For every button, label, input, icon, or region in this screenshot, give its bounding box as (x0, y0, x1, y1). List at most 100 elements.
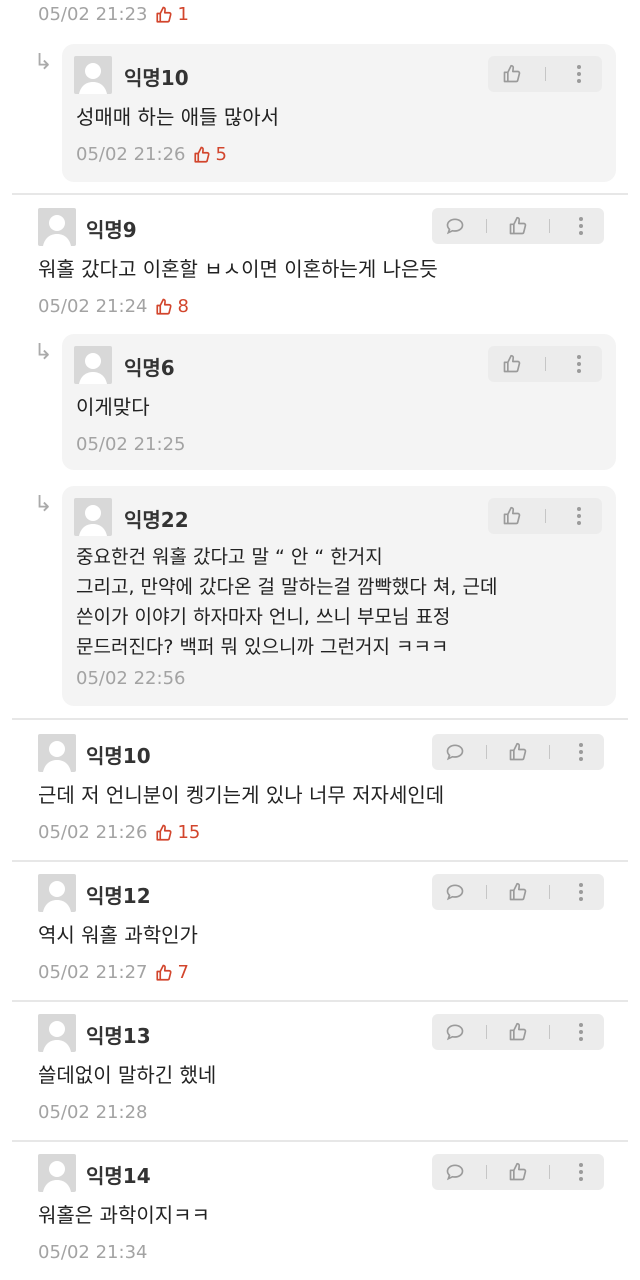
separator (485, 219, 487, 233)
comment-meta: 05/02 21:28 (38, 1102, 147, 1123)
vertical-dots-icon[interactable] (567, 878, 595, 906)
comment-actions (432, 734, 604, 770)
comment-text: 역시 워홀 과학인가 (38, 923, 198, 947)
divider (12, 1140, 628, 1142)
comment-time: 05/02 21:25 (76, 434, 186, 455)
divider (12, 860, 628, 862)
thumbs-up-icon[interactable] (504, 1018, 532, 1046)
avatar (74, 346, 112, 384)
reply-comment: 익명22 중요한건 워홀 갔다고 말 “ 안 “ 한거지 그리고, 만약에 갔다… (62, 486, 616, 706)
vertical-dots-icon[interactable] (567, 738, 595, 766)
author-name: 익명13 (86, 1024, 151, 1048)
comment-actions (432, 874, 604, 910)
separator (549, 745, 551, 759)
separator (549, 1165, 551, 1179)
comment-time: 05/02 21:26 (38, 822, 148, 843)
separator (544, 357, 546, 371)
speech-bubble-icon[interactable] (441, 738, 469, 766)
comment-meta: 05/02 21:26 15 (38, 822, 200, 843)
thumbs-up-icon[interactable] (504, 1158, 532, 1186)
comment-text: 이게맞다 (76, 395, 150, 419)
reply-arrow-icon: ↳ (34, 340, 53, 365)
thumbs-up-icon (193, 146, 211, 164)
separator (485, 745, 487, 759)
avatar (74, 56, 112, 94)
reply-arrow-icon: ↳ (34, 50, 53, 75)
like-count[interactable]: 1 (155, 4, 189, 25)
divider (12, 193, 628, 195)
comment-meta: 05/02 22:56 (76, 668, 185, 689)
comment-text: 쓸데없이 말하긴 했네 (38, 1063, 217, 1087)
comment-actions (432, 1154, 604, 1190)
comment-meta: 05/02 21:26 5 (76, 144, 227, 165)
comment-line: 문드러진다? 백퍼 뭐 있으니까 그런거지 ㅋㅋㅋ (76, 636, 449, 658)
separator (549, 1025, 551, 1039)
like-count[interactable]: 15 (155, 822, 200, 843)
comment-time: 05/02 21:27 (38, 962, 148, 983)
thumbs-up-icon[interactable] (504, 878, 532, 906)
thumbs-up-icon[interactable] (498, 502, 526, 530)
comment-text: 근데 저 언니분이 켕기는게 있나 너무 저자세인데 (38, 783, 445, 807)
comment-text: 중요한건 워홀 갔다고 말 “ 안 “ 한거지 그리고, 만약에 갔다온 걸 말… (76, 542, 497, 662)
avatar (38, 734, 76, 772)
comment-meta: 05/02 21:34 (38, 1242, 147, 1263)
thumbs-up-icon (155, 824, 173, 842)
vertical-dots-icon[interactable] (567, 1158, 595, 1186)
comment-text: 워홀 갔다고 이혼할 ㅂㅅ이면 이혼하는게 나은듯 (38, 257, 438, 281)
comment-line: 그리고, 만약에 갔다온 걸 말하는걸 깜빡했다 쳐, 근데 (76, 576, 498, 598)
divider (12, 718, 628, 720)
comment-actions (488, 56, 602, 92)
thumbs-up-icon (155, 964, 173, 982)
separator (549, 219, 551, 233)
avatar (38, 1154, 76, 1192)
thumbs-up-icon[interactable] (504, 212, 532, 240)
thumbs-up-icon[interactable] (504, 738, 532, 766)
speech-bubble-icon[interactable] (441, 1158, 469, 1186)
comment-line: 쓴이가 이야기 하자마자 언니, 쓰니 부모님 표정 (76, 606, 451, 628)
comment-actions (488, 346, 602, 382)
author-name: 익명14 (86, 1164, 151, 1188)
speech-bubble-icon[interactable] (441, 1018, 469, 1046)
vertical-dots-icon[interactable] (565, 502, 593, 530)
comment-text: 성매매 하는 애들 많아서 (76, 105, 280, 129)
comment-line: 중요한건 워홀 갔다고 말 “ 안 “ 한거지 (76, 546, 383, 568)
like-count[interactable]: 8 (155, 296, 189, 317)
separator (485, 885, 487, 899)
separator (485, 1025, 487, 1039)
separator (544, 67, 546, 81)
comment-meta: 05/02 21:27 7 (38, 962, 189, 983)
reply-comment: 익명6 이게맞다 05/02 21:25 (62, 334, 616, 470)
divider (12, 1000, 628, 1002)
vertical-dots-icon[interactable] (567, 1018, 595, 1046)
like-count[interactable]: 5 (193, 144, 227, 165)
speech-bubble-icon[interactable] (441, 878, 469, 906)
comment-actions (432, 208, 604, 244)
comment-meta: 05/02 21:23 1 (38, 4, 189, 25)
comment-time: 05/02 21:23 (38, 4, 148, 25)
comment-time: 05/02 21:24 (38, 296, 148, 317)
vertical-dots-icon[interactable] (565, 350, 593, 378)
speech-bubble-icon[interactable] (441, 212, 469, 240)
separator (549, 885, 551, 899)
comment-meta: 05/02 21:25 (76, 434, 185, 455)
comment-time: 05/02 21:34 (38, 1242, 148, 1263)
avatar (74, 498, 112, 536)
thumbs-up-icon[interactable] (498, 350, 526, 378)
like-count[interactable]: 7 (155, 962, 189, 983)
author-name: 익명12 (86, 884, 151, 908)
avatar (38, 208, 76, 246)
separator (544, 509, 546, 523)
thumbs-up-icon[interactable] (498, 60, 526, 88)
thumbs-up-icon (155, 6, 173, 24)
author-name: 익명22 (124, 508, 189, 532)
comment-time: 05/02 21:28 (38, 1102, 148, 1123)
reply-arrow-icon: ↳ (34, 492, 53, 517)
avatar (38, 1014, 76, 1052)
author-name: 익명6 (124, 356, 175, 380)
avatar (38, 874, 76, 912)
comment-text: 워홀은 과학이지ㅋㅋ (38, 1203, 210, 1227)
vertical-dots-icon[interactable] (567, 212, 595, 240)
author-name: 익명10 (124, 66, 189, 90)
vertical-dots-icon[interactable] (565, 60, 593, 88)
author-name: 익명10 (86, 744, 151, 768)
